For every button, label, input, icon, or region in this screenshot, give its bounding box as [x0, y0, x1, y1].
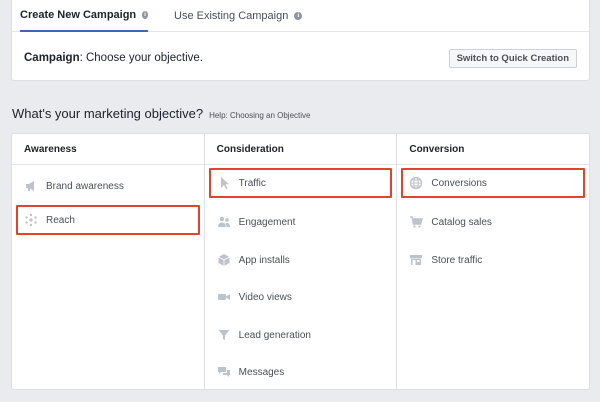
objective-label: Store traffic — [431, 254, 483, 266]
consideration-header: Consideration — [204, 134, 397, 165]
objective-video-views[interactable]: Video views — [209, 282, 393, 312]
objective-app-installs[interactable]: App installs — [209, 245, 393, 275]
awareness-header: Awareness — [12, 134, 204, 165]
campaign-card: Create New Campaign i Use Existing Campa… — [11, 0, 590, 81]
conversion-header: Conversion — [397, 134, 590, 165]
info-icon[interactable]: i — [142, 11, 148, 19]
objective-label: Engagement — [238, 216, 296, 228]
campaign-prompt: Campaign: Choose your objective. — [24, 52, 203, 64]
objective-store-traffic[interactable]: Store traffic — [401, 245, 585, 275]
chat-bubbles-icon — [217, 367, 230, 377]
objective-label: Video views — [238, 291, 292, 303]
objective-messages[interactable]: Messages — [209, 357, 393, 387]
campaign-row: Campaign: Choose your objective. Switch … — [24, 48, 577, 68]
objective-label: Lead generation — [238, 329, 311, 341]
campaign-label: Campaign — [24, 52, 80, 64]
megaphone-icon — [26, 181, 34, 191]
tab-use-existing-label: Use Existing Campaign — [174, 10, 289, 22]
objective-label: App installs — [238, 254, 290, 266]
tab-create-new-campaign[interactable]: Create New Campaign i — [20, 0, 148, 32]
objective-conversions[interactable]: Conversions — [401, 168, 586, 198]
objective-brand-awareness[interactable]: Brand awareness — [16, 171, 200, 201]
objective-heading: What's your marketing objective? Help: C… — [12, 106, 310, 121]
reach-icon — [25, 213, 37, 227]
awareness-column: Awareness Brand awareness Reach — [12, 134, 205, 389]
objective-label: Traffic — [238, 177, 266, 189]
people-icon — [217, 216, 230, 227]
consideration-column: Consideration Traffic Engagement App ins… — [204, 134, 398, 389]
switch-to-quick-creation-button[interactable]: Switch to Quick Creation — [448, 48, 577, 68]
info-icon[interactable]: i — [294, 12, 303, 20]
tab-use-existing-campaign[interactable]: Use Existing Campaign i — [174, 0, 303, 32]
help-link[interactable]: Help: Choosing an Objective — [209, 111, 310, 120]
cursor-icon — [220, 177, 229, 189]
page-title: What's your marketing objective? — [12, 106, 204, 121]
campaign-instruction: : Choose your objective. — [79, 52, 203, 64]
objective-grid: Awareness Brand awareness Reach Consider… — [11, 133, 590, 390]
objective-label: Brand awareness — [46, 180, 124, 192]
objective-label: Reach — [46, 214, 75, 226]
funnel-icon — [218, 330, 230, 340]
objective-label: Conversions — [431, 177, 487, 189]
objective-label: Catalog sales — [431, 216, 492, 228]
tab-create-new-label: Create New Campaign — [20, 9, 137, 21]
objective-catalog-sales[interactable]: Catalog sales — [401, 207, 585, 237]
box-icon — [217, 254, 230, 266]
objective-lead-generation[interactable]: Lead generation — [209, 320, 393, 350]
objective-traffic[interactable]: Traffic — [208, 168, 393, 198]
storefront-icon — [410, 255, 423, 265]
objective-reach[interactable]: Reach — [16, 205, 200, 235]
objective-engagement[interactable]: Engagement — [209, 207, 393, 237]
shopping-cart-icon — [410, 216, 424, 228]
globe-icon — [410, 176, 423, 190]
objective-label: Messages — [238, 366, 285, 378]
campaign-tabs: Create New Campaign i Use Existing Campa… — [12, 0, 589, 32]
conversion-column: Conversion Conversions Catalog sales Sto… — [397, 134, 590, 389]
video-camera-icon — [217, 294, 230, 300]
